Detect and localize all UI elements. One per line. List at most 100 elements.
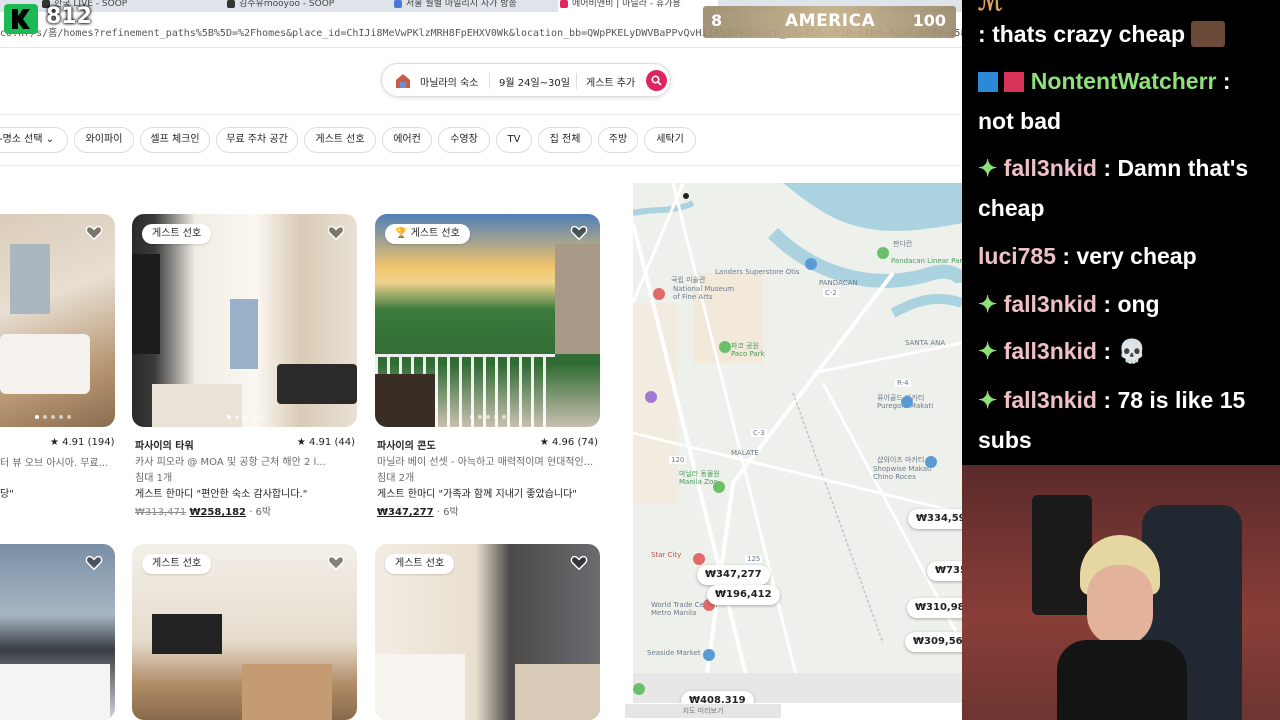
heart-icon[interactable] — [327, 554, 345, 572]
map-price-marker[interactable]: ₩347,277 — [697, 565, 770, 585]
map[interactable]: 국립 미술관 National Museum of Fine Arts Land… — [633, 183, 962, 703]
map-price-marker[interactable]: ₩408,319 — [681, 691, 754, 703]
photo-dots — [34, 415, 71, 419]
heart-icon[interactable] — [570, 224, 588, 242]
listing-photo[interactable]: 게스트 선호 — [132, 544, 357, 720]
museum-pin-icon[interactable] — [653, 288, 665, 300]
chat-message: ✦ fall3nkid : 💀 — [978, 338, 1147, 364]
guest-favorite-badge: 게스트 선호 — [385, 554, 455, 574]
chat-text: thats crazy cheap — [992, 21, 1186, 47]
filter-chip-self-checkin[interactable]: 셀프 체크인 — [140, 127, 210, 153]
heart-icon[interactable] — [570, 554, 588, 572]
listing-photo[interactable] — [0, 214, 115, 427]
zoo-pin-icon[interactable] — [713, 481, 725, 493]
shop-pin-icon[interactable] — [703, 649, 715, 661]
listing-title: 파사이의 콘도 — [377, 441, 436, 452]
filter-chip-pool[interactable]: 수영장 — [438, 127, 490, 153]
browser-window: 한국 LIVE - SOOP 김주유mooyoo - SOOP 서울 월별 마일… — [0, 0, 962, 720]
doc-favicon-icon — [394, 0, 402, 8]
chat-username[interactable]: fall3nkid — [1004, 291, 1097, 317]
price-total[interactable]: ₩258,182 — [189, 507, 246, 518]
chat-username[interactable]: luci785 — [978, 243, 1056, 269]
map-price-marker[interactable]: ₩196,412 — [707, 585, 780, 605]
park-pin-icon[interactable] — [719, 341, 731, 353]
map-footer: 지도 미리보기 — [625, 704, 781, 718]
listing-rating: ★ 4.96 (74) — [539, 437, 598, 448]
sparkle-badge-icon: ✦ — [978, 291, 1004, 317]
chat-username[interactable]: fall3nkid — [1004, 387, 1097, 413]
filter-chip-kitchen[interactable]: 주방 — [598, 127, 638, 153]
chat-message: : thats crazy cheap — [978, 14, 1278, 54]
park-pin-icon[interactable] — [633, 683, 645, 695]
sparkle-badge-icon: ✦ — [978, 338, 1004, 364]
price-total[interactable]: ₩347,277 — [377, 507, 434, 518]
soop-favicon-icon — [227, 0, 235, 8]
shirt-shape — [1057, 640, 1187, 720]
heart-icon[interactable] — [85, 224, 103, 242]
search-location[interactable]: 마닐라의 숙소 — [420, 74, 478, 89]
heart-icon[interactable] — [327, 224, 345, 242]
map-price-marker[interactable]: ₩735,5 — [927, 561, 962, 581]
heart-icon[interactable] — [85, 554, 103, 572]
chat-message: ✦ fall3nkid : Damn that's cheap — [978, 155, 1249, 221]
chat-text: not bad — [978, 108, 1062, 134]
airbnb-favicon-icon — [560, 0, 568, 8]
filter-chip-entire-home[interactable]: 집 전체 — [538, 127, 592, 153]
map-label: Landers Superstore Otis — [715, 268, 800, 276]
divider — [0, 165, 962, 166]
search-divider — [576, 73, 577, 89]
chair-shape — [375, 374, 435, 427]
filter-chip-guest-favorite[interactable]: 게스트 선호 — [304, 127, 376, 153]
shop-pin-icon[interactable] — [925, 456, 937, 468]
tab-airbnb[interactable]: 에어비앤비 | 마닐라 - 휴가용 — [558, 0, 718, 12]
filter-chip-free-parking[interactable]: 무료 주차 공간 — [216, 127, 298, 153]
shop-pin-icon[interactable] — [805, 258, 817, 270]
photo-dots — [469, 415, 506, 419]
map-label: Manila Zoo — [679, 478, 718, 486]
place-pin-icon[interactable] — [645, 391, 657, 403]
map-label: PANDACAN — [819, 279, 858, 287]
map-price-marker[interactable]: ₩309,562 — [905, 632, 962, 652]
chat-username[interactable]: fall3nkid — [1004, 155, 1097, 181]
listing-subtitle: 마닐라 베이 선셋 - 아늑하고 매력적이며 현대적인... — [377, 457, 594, 468]
shop-pin-icon[interactable] — [901, 396, 913, 408]
listing-photo[interactable]: 🏆 게스트 선호 — [375, 214, 600, 427]
listing-photo[interactable]: 게스트 선호 — [132, 214, 357, 427]
filter-chip-attraction[interactable]: -명소 선택 ⌄ — [0, 127, 68, 153]
kitchen-shape — [152, 384, 242, 427]
region-name: AMERICA — [785, 11, 876, 31]
chat-panel: ℳ : thats crazy cheap NontentWatcherr : … — [962, 0, 1280, 465]
filter-chip-tv[interactable]: TV — [496, 127, 532, 153]
search-bar[interactable]: 마닐라의 숙소 9월 24일~30일 게스트 추가 — [381, 63, 671, 97]
search-button[interactable] — [646, 70, 667, 91]
tab-seoul[interactable]: 서울 월별 마일리지 자가 방송 — [392, 0, 552, 12]
chat-username[interactable]: NontentWatcherr — [1031, 68, 1217, 94]
listing-quote: 게스트 한마디 "가족과 함께 지내기 좋았습니다" — [377, 489, 577, 500]
kick-logo-icon — [4, 4, 38, 34]
listing-photo[interactable] — [0, 544, 115, 720]
corridor-shape — [230, 299, 258, 369]
bed-shape — [375, 654, 465, 720]
chat-text: ong — [1117, 291, 1160, 317]
place-pin-icon[interactable] — [693, 553, 705, 565]
laurel-icon: 🏆 — [395, 228, 411, 239]
listing-photo[interactable]: 게스트 선호 — [375, 544, 600, 720]
listing-quote: 게스트 한마디 "편안한 숙소 감사합니다." — [135, 489, 308, 500]
chat-username[interactable]: fall3nkid — [1004, 338, 1097, 364]
tv-shape — [132, 254, 160, 354]
map-price-marker[interactable]: ₩334,591 — [908, 509, 962, 529]
map-label: 샵와이즈 마카티 — [877, 456, 925, 464]
filter-chip-wifi[interactable]: 와이파이 — [74, 127, 134, 153]
search-guests[interactable]: 게스트 추가 — [586, 74, 635, 89]
filter-chip-washer[interactable]: 세탁기 — [644, 127, 696, 153]
park-pin-icon[interactable] — [877, 247, 889, 259]
map-label: MALATE — [731, 449, 759, 457]
search-dates[interactable]: 9월 24일~30일 — [499, 74, 570, 89]
search-icon — [651, 75, 662, 86]
map-price-marker[interactable]: ₩310,986 — [907, 598, 962, 618]
skull-emote-icon: 💀 — [1117, 338, 1147, 364]
filter-chip-aircon[interactable]: 에어컨 — [382, 127, 432, 153]
tab-mooyoo[interactable]: 김주유mooyoo - SOOP — [225, 0, 385, 12]
badge-label: 게스트 선호 — [410, 228, 460, 239]
listing-subtitle: 카사 피오라 @ MOA 및 공항 근처 해안 2 l... — [135, 457, 326, 468]
